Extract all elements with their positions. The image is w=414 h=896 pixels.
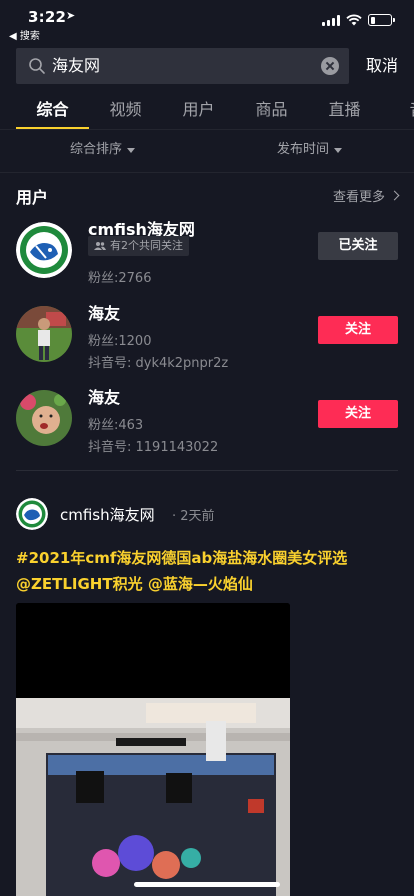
clear-search-icon[interactable] <box>321 57 339 75</box>
user-result[interactable]: cmfish海友网 有2个共同关注 粉丝:2766 已关注 <box>16 220 398 292</box>
tab-general[interactable]: 综合 <box>16 96 89 130</box>
cancel-button[interactable]: 取消 <box>366 48 398 84</box>
follow-button[interactable]: 关注 <box>318 316 398 344</box>
divider <box>0 129 414 130</box>
search-field[interactable]: 海友网 <box>16 48 349 84</box>
post-mentions[interactable]: @ZETLIGHT积光 @蓝海—火焰仙 <box>16 571 398 597</box>
see-more-label: 查看更多 <box>332 190 385 205</box>
battery-icon <box>368 14 395 26</box>
user-result[interactable]: 海友 粉丝:1200 抖音号: dyk4k2pnpr2z 关注 <box>16 304 398 376</box>
post-author-name[interactable]: cmfish海友网 <box>60 504 155 525</box>
post-hashtag[interactable]: #2021年cmf海友网德国ab海盐海水圈美女评选 <box>16 545 398 571</box>
avatar[interactable] <box>16 306 72 362</box>
caret-down-icon <box>127 147 136 153</box>
post-author-avatar[interactable] <box>16 498 48 530</box>
avatar[interactable] <box>16 390 72 446</box>
post-time: · 2天前 <box>172 509 215 524</box>
post-header: cmfish海友网 · 2天前 <box>16 498 398 530</box>
chevron-right-icon <box>389 190 400 201</box>
home-indicator[interactable] <box>134 882 280 887</box>
search-icon <box>29 58 45 74</box>
user-name: 海友 <box>88 304 121 323</box>
time-filter[interactable]: 发布时间 <box>277 138 343 162</box>
post-caption: #2021年cmf海友网德国ab海盐海水圈美女评选 @ZETLIGHT积光 @蓝… <box>16 545 398 597</box>
tab-live[interactable]: 直播 <box>308 96 381 130</box>
status-time: 3:22 <box>28 8 67 26</box>
search-input[interactable]: 海友网 <box>52 48 100 84</box>
tab-music[interactable]: 音 <box>381 96 414 130</box>
video-thumbnail[interactable] <box>16 603 290 896</box>
fans-count: 粉丝:463 <box>88 418 144 433</box>
location-arrow-icon: ➤ <box>66 9 76 22</box>
douyin-id: 抖音号: dyk4k2pnpr2z <box>88 356 229 371</box>
follow-button[interactable]: 关注 <box>318 400 398 428</box>
user-name: 海友 <box>88 388 121 407</box>
sort-filter[interactable]: 综合排序 <box>70 138 136 162</box>
sort-filter-label: 综合排序 <box>70 142 123 157</box>
wifi-icon <box>346 14 362 26</box>
tab-users[interactable]: 用户 <box>162 96 235 130</box>
following-button[interactable]: 已关注 <box>318 232 398 260</box>
user-result[interactable]: 海友 粉丝:463 抖音号: 1191143022 关注 <box>16 388 398 460</box>
result-tabs: 综合 视频 用户 商品 直播 音 <box>0 96 414 130</box>
avatar[interactable] <box>16 222 72 278</box>
back-to-app-link[interactable]: ◀ 搜索 <box>9 27 40 42</box>
fans-count: 粉丝:1200 <box>88 334 152 349</box>
douyin-id: 抖音号: 1191143022 <box>88 440 219 455</box>
tab-products[interactable]: 商品 <box>235 96 308 130</box>
people-icon <box>94 242 106 250</box>
time-filter-label: 发布时间 <box>277 142 330 157</box>
mutual-follow-text: 有2个共同关注 <box>110 239 183 252</box>
fans-count: 粉丝:2766 <box>88 271 152 286</box>
mutual-follow-badge: 有2个共同关注 <box>88 236 189 256</box>
divider <box>0 172 414 173</box>
tab-videos[interactable]: 视频 <box>89 96 162 130</box>
cellular-signal-icon <box>322 14 340 26</box>
status-indicators <box>322 14 395 26</box>
users-section-title: 用户 <box>16 188 49 207</box>
caret-down-icon <box>334 147 343 153</box>
search-bar: 海友网 取消 <box>16 48 398 84</box>
filter-bar: 综合排序 发布时间 <box>0 138 414 164</box>
divider <box>16 470 398 471</box>
status-bar: 3:22 ➤ ◀ 搜索 <box>0 0 414 44</box>
see-more-link[interactable]: 查看更多 <box>332 186 400 205</box>
